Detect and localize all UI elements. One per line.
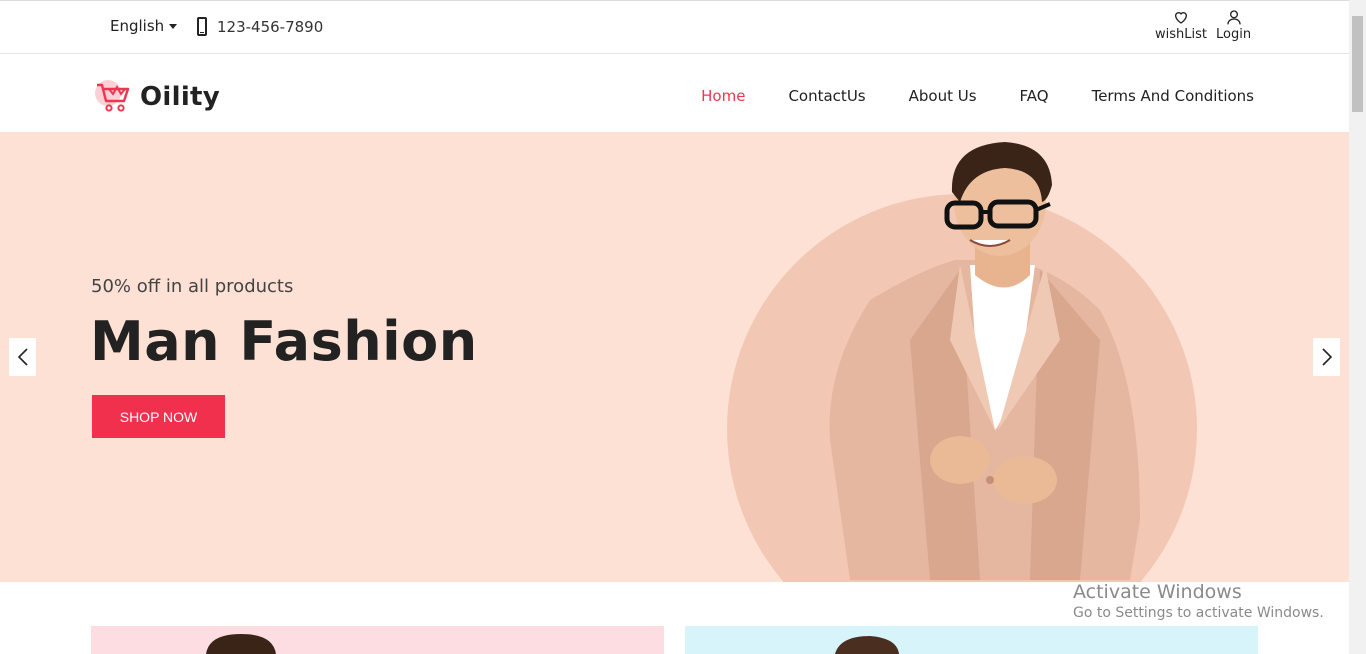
chevron-right-icon [1321, 348, 1332, 366]
slider-prev-button[interactable] [9, 338, 36, 376]
hero-subtitle: 50% off in all products [91, 276, 294, 297]
user-icon [1226, 10, 1241, 25]
nav-terms[interactable]: Terms And Conditions [1092, 87, 1254, 105]
wishlist-link[interactable]: wishList [1155, 9, 1207, 42]
brand-name: Oility [140, 82, 221, 112]
activate-windows-watermark: Activate Windows Go to Settings to activ… [1073, 581, 1324, 621]
mobile-phone-icon [197, 17, 207, 36]
login-label: Login [1216, 27, 1252, 42]
nav-about-us[interactable]: About Us [909, 87, 977, 105]
language-dropdown[interactable]: English [110, 17, 178, 35]
page: English 123-456-7890 wishList Login Oili… [0, 0, 1366, 654]
language-label: English [110, 17, 165, 35]
phone-number: 123-456-7890 [217, 17, 324, 36]
nav-faq[interactable]: FAQ [1020, 87, 1049, 105]
category-card-men[interactable] [685, 626, 1258, 654]
heart-icon [1174, 12, 1187, 24]
hero-title: Man Fashion [90, 310, 478, 373]
category-card-women[interactable] [91, 626, 664, 654]
hero-slider: 50% off in all products Man Fashion SHOP… [0, 132, 1349, 582]
watermark-subtitle: Go to Settings to activate Windows. [1073, 605, 1324, 621]
main-header: Oility Home ContactUs About Us FAQ Terms… [0, 54, 1349, 132]
wishlist-label: wishList [1155, 27, 1207, 42]
main-nav: Home ContactUs About Us FAQ Terms And Co… [701, 87, 1254, 105]
nav-home[interactable]: Home [701, 87, 745, 105]
brand-logo[interactable]: Oility [94, 76, 220, 118]
phone-contact: 123-456-7890 [197, 17, 323, 36]
hero-model-image [829, 142, 1140, 580]
shop-now-button[interactable]: SHOP NOW [92, 395, 225, 438]
shopping-cart-logo-icon [95, 80, 130, 112]
category-card-image [835, 636, 899, 654]
caret-down-icon [169, 24, 178, 29]
top-bar: English 123-456-7890 wishList Login [0, 0, 1349, 54]
category-card-image [206, 634, 276, 654]
scrollbar-thumb[interactable] [1352, 16, 1363, 112]
login-link[interactable]: Login [1216, 9, 1251, 42]
chevron-left-icon [17, 348, 28, 366]
vertical-scrollbar[interactable] [1349, 0, 1366, 654]
slider-next-button[interactable] [1313, 338, 1340, 376]
page-content: English 123-456-7890 wishList Login Oili… [0, 0, 1349, 654]
watermark-title: Activate Windows [1073, 581, 1242, 603]
nav-contact-us[interactable]: ContactUs [788, 87, 865, 105]
